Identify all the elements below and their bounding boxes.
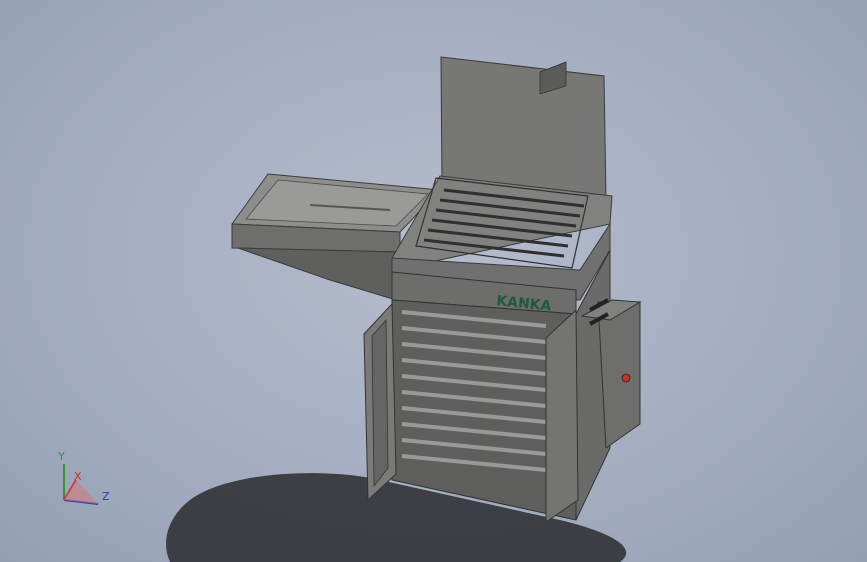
cad-scene: KANKA Y X Z bbox=[57, 56, 642, 562]
control-knob bbox=[621, 373, 631, 383]
right-door[interactable] bbox=[545, 308, 579, 523]
cad-viewport[interactable]: KANKA Y X Z bbox=[0, 0, 867, 562]
y-axis-label: Y bbox=[57, 450, 65, 463]
left-door[interactable] bbox=[363, 302, 397, 502]
x-axis-label: X bbox=[74, 470, 82, 483]
orientation-triad: Y X Z bbox=[57, 450, 110, 505]
z-axis-label: Z bbox=[102, 490, 110, 503]
